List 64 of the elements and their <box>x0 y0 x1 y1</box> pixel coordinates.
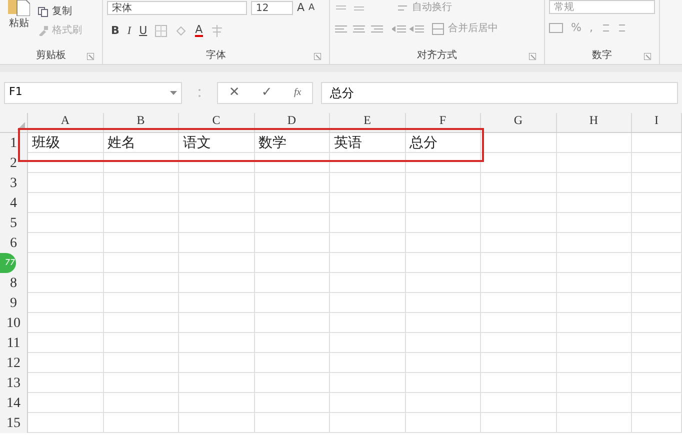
column-header[interactable]: B <box>104 113 179 132</box>
borders-icon[interactable] <box>155 24 168 37</box>
table-cell: 姓名 <box>104 133 179 153</box>
column-header[interactable]: D <box>254 113 330 132</box>
group-label: 对齐方式 <box>417 48 457 63</box>
shrink-font-button[interactable]: A <box>308 2 315 15</box>
indent-icon[interactable] <box>392 24 424 34</box>
row-header[interactable]: 8 <box>0 273 28 293</box>
bold-button[interactable]: B <box>111 22 120 39</box>
row-header[interactable]: 11 <box>0 333 28 353</box>
table-cell: 语文 <box>179 133 254 153</box>
cancel-button[interactable]: ✕ <box>228 82 240 102</box>
launcher-icon[interactable] <box>314 53 321 60</box>
column-header[interactable]: I <box>632 113 682 132</box>
launcher-icon[interactable] <box>529 53 536 60</box>
italic-button[interactable]: I <box>127 22 132 39</box>
table-cell: 班级 <box>28 133 104 153</box>
brush-icon <box>38 26 48 36</box>
row-header[interactable]: 3 <box>0 173 28 193</box>
merge-cells-icon <box>432 22 444 34</box>
row-header[interactable]: 12 <box>0 353 28 373</box>
group-label: 字体 <box>206 48 226 63</box>
table-cell: 总分 <box>406 133 481 153</box>
group-label: 数字 <box>592 48 612 63</box>
font-color-button[interactable]: A <box>195 24 203 38</box>
row-header[interactable]: 15 <box>0 413 28 433</box>
select-all-icon[interactable] <box>17 122 25 130</box>
row-header[interactable]: 9 <box>0 293 28 313</box>
copy-button[interactable]: 复制 <box>38 4 82 19</box>
paste-button[interactable]: 粘贴 <box>4 0 34 47</box>
wrap-text-icon <box>398 4 408 12</box>
underline-button[interactable]: U <box>139 22 148 39</box>
launcher-icon[interactable] <box>644 53 651 60</box>
row-header[interactable]: 14 <box>0 393 28 413</box>
column-header[interactable]: G <box>481 113 556 132</box>
dropdown-icon[interactable] <box>170 90 177 94</box>
column-header[interactable]: A <box>28 113 104 132</box>
align-icon[interactable] <box>334 24 384 34</box>
font-size-field[interactable]: 12 <box>251 1 293 16</box>
row-header[interactable]: 4 <box>0 193 28 213</box>
column-header[interactable]: F <box>406 113 481 132</box>
launcher-icon[interactable] <box>87 53 94 60</box>
name-box[interactable]: F1 <box>4 82 182 104</box>
enter-button[interactable]: ✓ <box>261 82 272 102</box>
row-header[interactable]: 1 <box>0 133 28 153</box>
row-header[interactable]: 5 <box>0 213 28 233</box>
column-header[interactable]: C <box>179 113 254 132</box>
formula-field[interactable]: 总分 <box>321 82 678 104</box>
grip-icon[interactable] <box>198 88 201 98</box>
row-header[interactable]: 2 <box>0 153 28 173</box>
row-header[interactable]: 6 <box>0 233 28 253</box>
table-cell: 英语 <box>330 133 406 153</box>
row-header[interactable]: 10 <box>0 313 28 333</box>
grow-font-button[interactable]: A <box>297 0 305 16</box>
paint-bucket-icon[interactable] <box>175 24 188 37</box>
currency-icon[interactable] <box>549 23 563 34</box>
table-cell: 数学 <box>254 133 330 153</box>
row-header[interactable]: 13 <box>0 373 28 393</box>
column-header[interactable]: E <box>330 113 406 132</box>
font-name-field[interactable]: 宋体 <box>107 1 247 16</box>
copy-icon <box>38 6 48 16</box>
group-label: 剪贴板 <box>36 48 66 63</box>
column-header[interactable]: H <box>556 113 632 132</box>
insert-function-button[interactable]: fx <box>294 85 302 100</box>
